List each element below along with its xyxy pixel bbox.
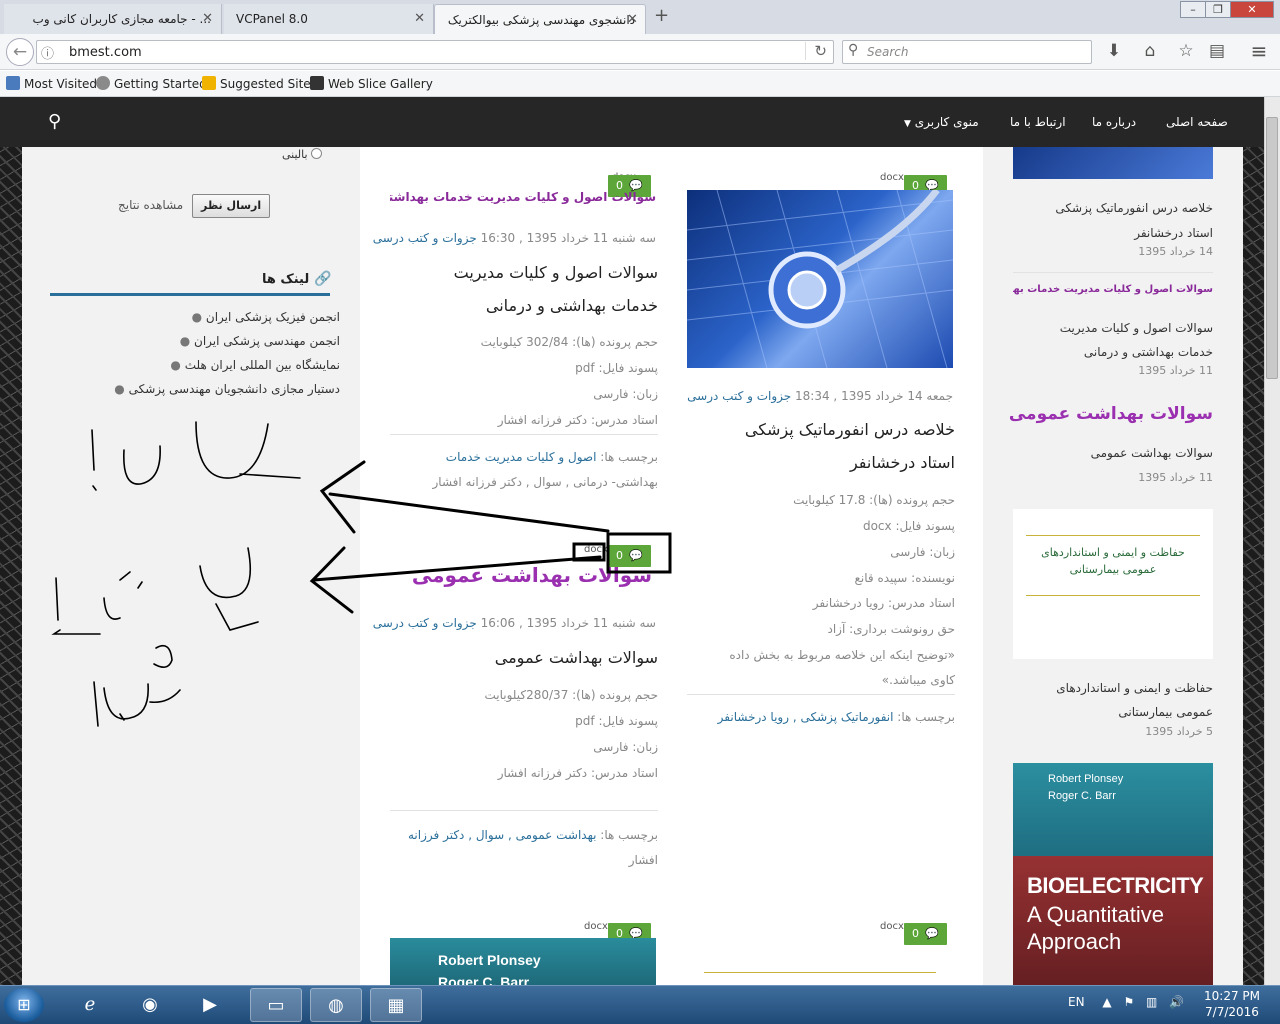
scrollbar-thumb[interactable] <box>1266 117 1278 379</box>
network-icon[interactable]: ▥ <box>1146 995 1157 1009</box>
annotation-arrows <box>309 460 672 614</box>
chrome-icon[interactable]: ◉ <box>124 988 176 1022</box>
file-explorer-icon[interactable]: ▭ <box>250 988 302 1022</box>
internet-explorer-icon[interactable]: ℯ <box>64 988 116 1022</box>
windows-start-icon[interactable]: ⊞ <box>4 988 44 1022</box>
flag-icon[interactable]: ⚑ <box>1123 995 1134 1009</box>
language-indicator[interactable]: EN <box>1068 995 1085 1009</box>
video-editor-icon[interactable]: ▦ <box>370 988 422 1022</box>
system-tray: EN ▲ ⚑ ▥ 🔊 <box>1068 995 1184 1009</box>
volume-icon[interactable]: 🔊 <box>1169 995 1184 1009</box>
handwriting <box>51 421 301 727</box>
media-player-icon[interactable]: ▶ <box>184 988 236 1022</box>
clock[interactable]: 10:27 PM 7/7/2016 <box>1200 988 1264 1020</box>
firefox-icon[interactable]: ◍ <box>310 988 362 1022</box>
annotation-overlay <box>51 421 672 727</box>
show-hidden-icons[interactable]: ▲ <box>1102 995 1111 1009</box>
